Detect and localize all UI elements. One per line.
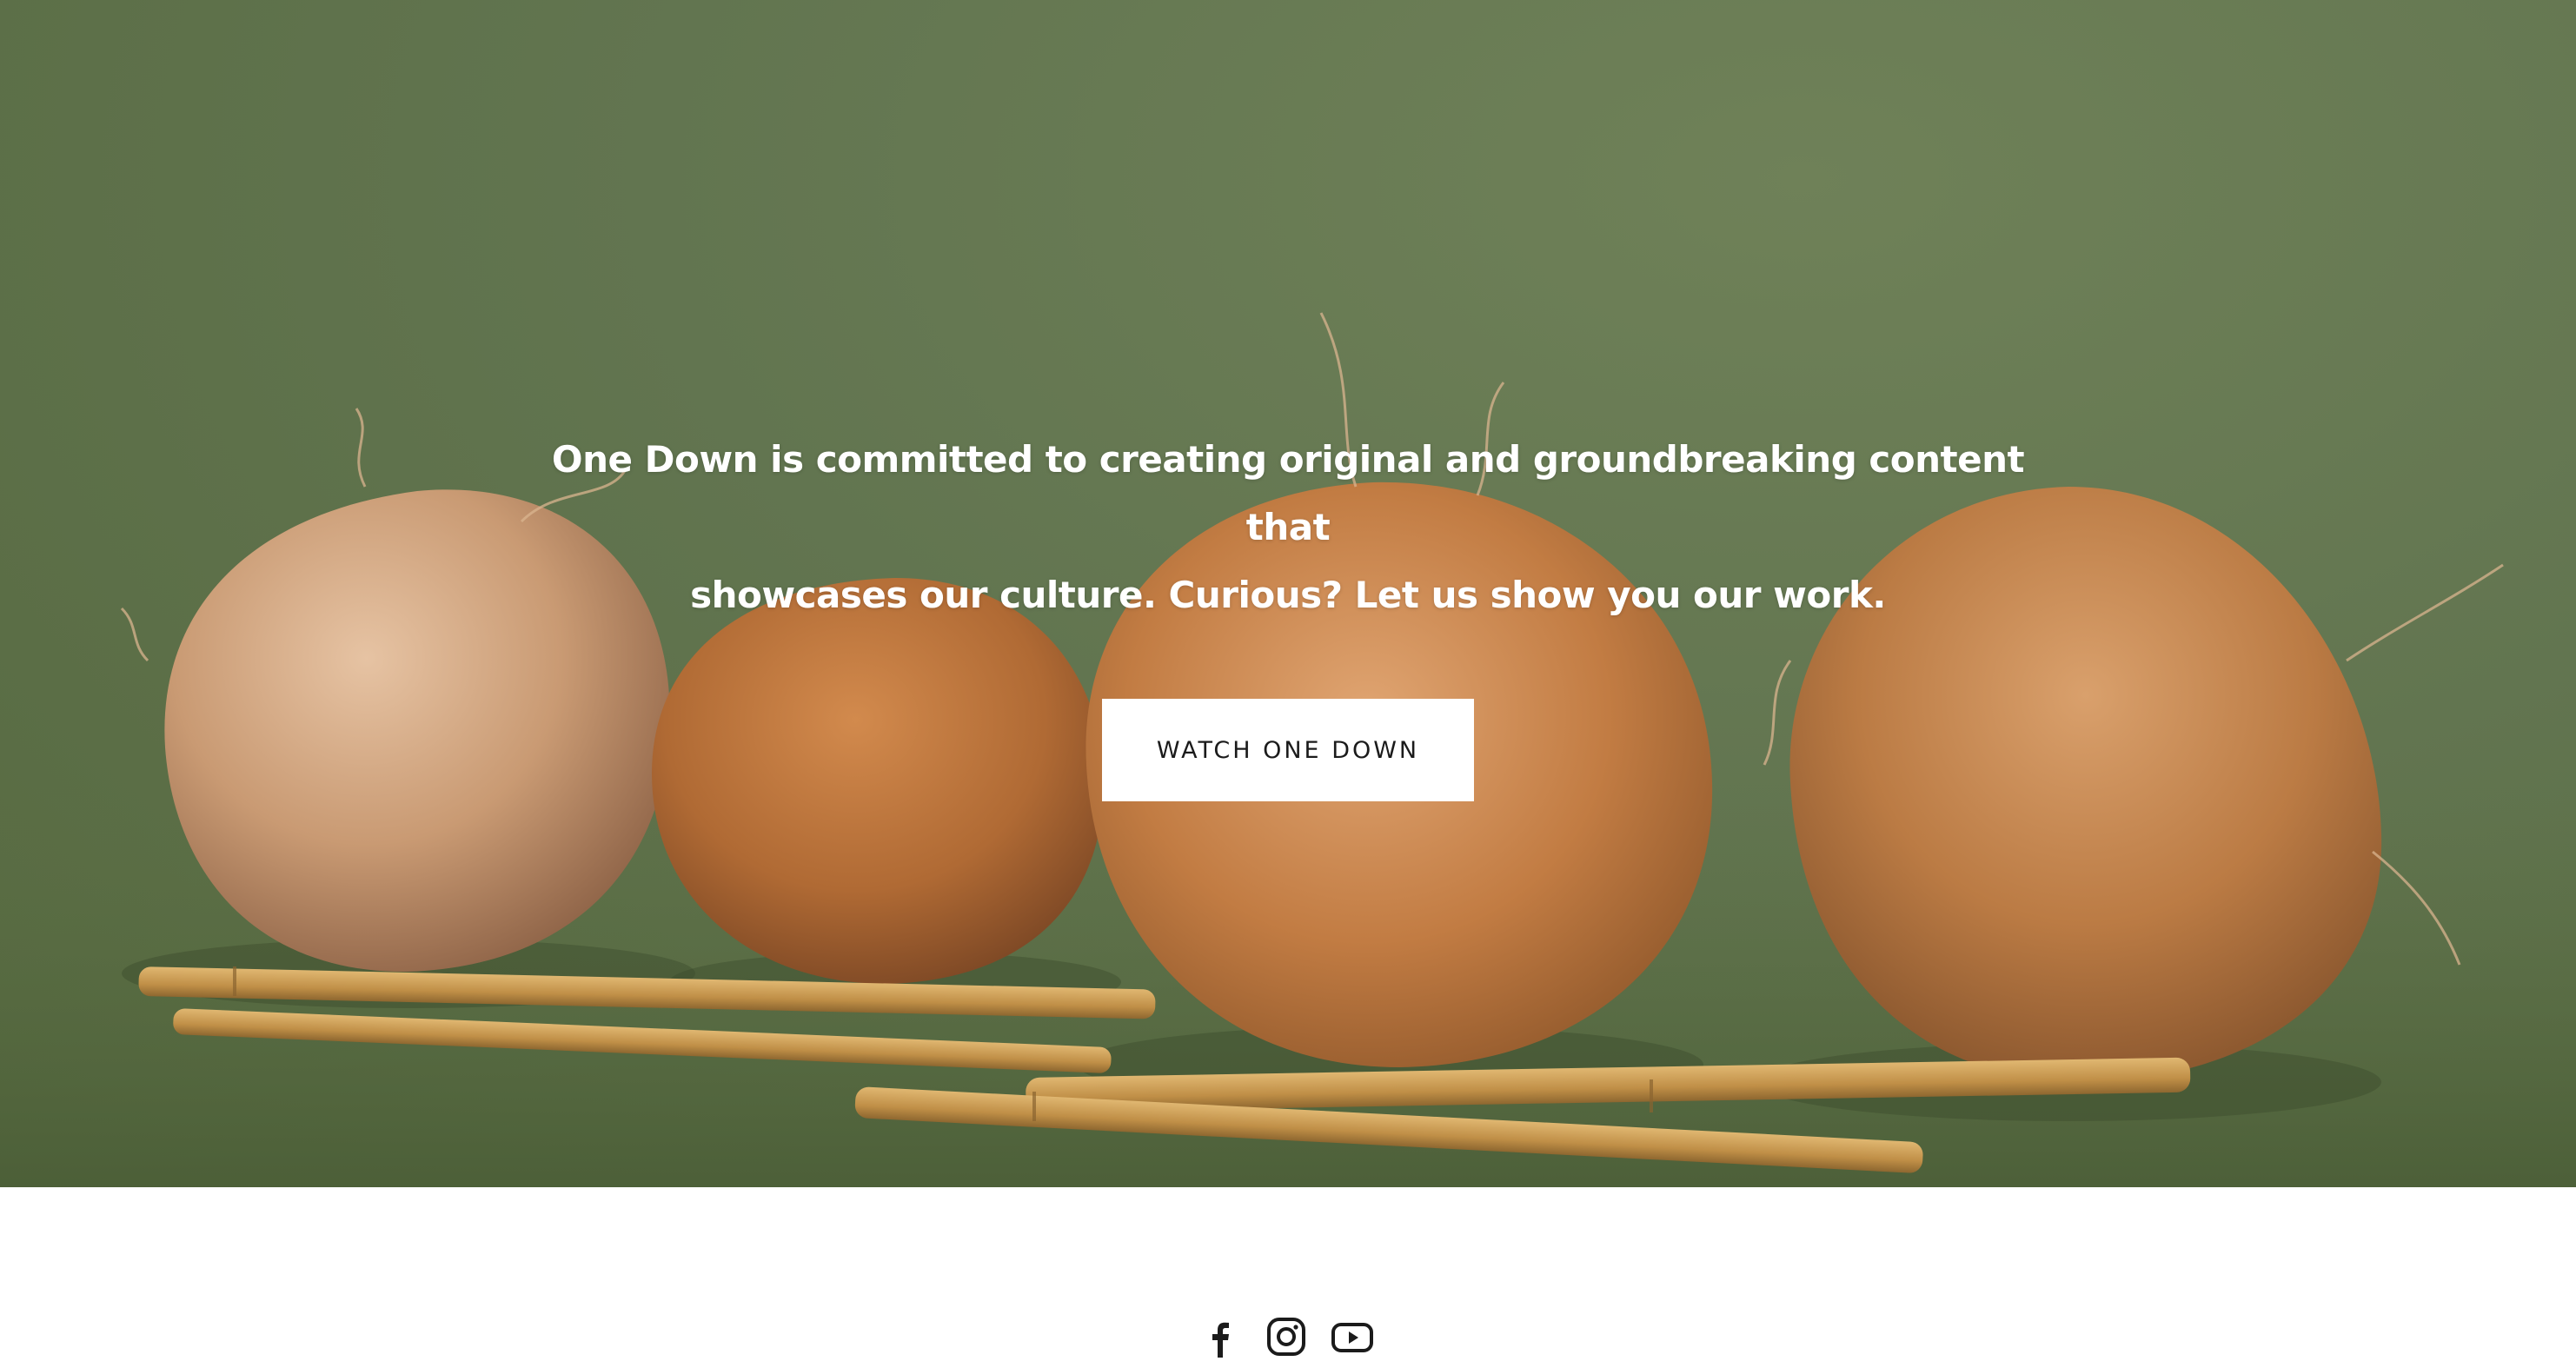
hero-section: One Down is committed to creating origin…: [0, 0, 2576, 1187]
instagram-icon[interactable]: [1265, 1316, 1307, 1358]
youtube-icon[interactable]: [1331, 1316, 1373, 1358]
facebook-icon[interactable]: [1199, 1316, 1241, 1358]
hero-text-line-1: One Down is committed to creating origin…: [551, 438, 2025, 548]
watch-one-down-button[interactable]: WATCH ONE DOWN: [1102, 699, 1474, 801]
social-links: [1199, 1316, 1373, 1368]
hero-text-line-2: showcases our culture. Curious? Let us s…: [690, 574, 1886, 616]
hero-description: One Down is committed to creating origin…: [549, 426, 2027, 629]
footer: [0, 1187, 2576, 1358]
hero-content: One Down is committed to creating origin…: [0, 426, 2576, 801]
